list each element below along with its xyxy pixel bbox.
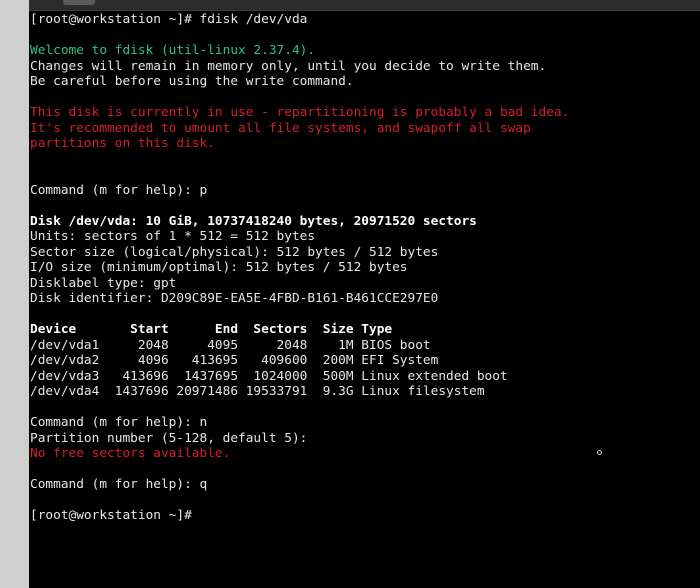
terminal-line: It's recommended to umount all file syst…	[30, 120, 531, 136]
terminal-line: This disk is currently in use - repartit…	[30, 105, 570, 120]
terminal-line: [root@workstation ~]# fdisk /dev/vda	[30, 12, 308, 27]
terminal-line: Sector size (logical/physical): 512 byte…	[30, 244, 439, 260]
terminal-line: No free sectors available.	[30, 446, 231, 461]
terminal-line: partitions on this disk.	[30, 136, 215, 151]
terminal-line: Disklabel type: gpt	[30, 275, 177, 291]
left-panel-strip	[0, 0, 30, 588]
terminal-window[interactable]: [root@workstation ~]# fdisk /dev/vda Welc…	[29, 11, 700, 588]
terminal-line: /dev/vda3 413696 1437695 1024000 500M Li…	[30, 368, 508, 384]
terminal-line: Disk /dev/vda: 10 GiB, 10737418240 bytes…	[30, 213, 477, 229]
terminal-output[interactable]: [root@workstation ~]# fdisk /dev/vda Welc…	[30, 12, 569, 524]
terminal-line: Welcome to fdisk (util-linux 2.37.4).	[30, 43, 316, 58]
terminal-line: Changes will remain in memory only, unti…	[30, 58, 547, 74]
terminal-line: Command (m for help): n	[30, 415, 208, 430]
terminal-header-bar	[29, 0, 700, 11]
terminal-tab[interactable]	[63, 0, 95, 5]
terminal-line: /dev/vda2 4096 413695 409600 200M EFI Sy…	[30, 353, 439, 368]
desktop: [root@workstation ~]# fdisk /dev/vda Welc…	[0, 0, 700, 588]
terminal-line: [root@workstation ~]#	[30, 508, 200, 523]
terminal-line: Units: sectors of 1 * 512 = 512 bytes	[30, 229, 316, 244]
terminal-line: /dev/vda1 2048 4095 2048 1M BIOS boot	[30, 337, 431, 353]
terminal-line: Command (m for help): p	[30, 182, 208, 198]
terminal-line: Be careful before using the write comman…	[30, 74, 354, 89]
terminal-line: Device Start End Sectors Size Type	[30, 322, 393, 337]
terminal-line: I/O size (minimum/optimal): 512 bytes / …	[30, 260, 408, 275]
terminal-line: Command (m for help): q	[30, 477, 208, 492]
terminal-line: Disk identifier: D209C89E-EA5E-4FBD-B161…	[30, 291, 439, 306]
mouse-cursor-icon	[597, 450, 602, 455]
terminal-line: /dev/vda4 1437696 20971486 19533791 9.3G…	[30, 384, 485, 399]
terminal-line: Partition number (5-128, default 5):	[30, 430, 308, 446]
